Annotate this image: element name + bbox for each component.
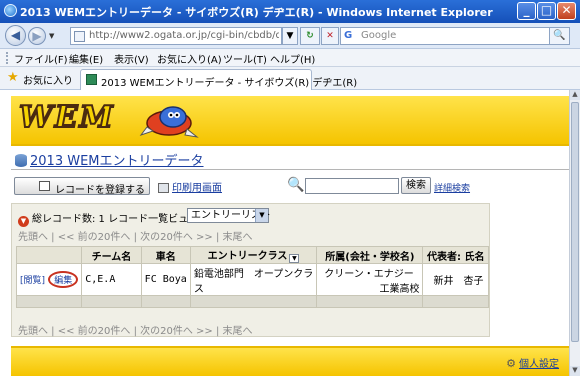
view-label: レコード一覧ビュー bbox=[108, 214, 199, 225]
edit-pencil-icon bbox=[39, 181, 50, 191]
rocket-mascot-icon bbox=[139, 106, 199, 138]
menu-help[interactable]: ヘルプ(H) bbox=[270, 51, 315, 66]
wem-logo: WEM bbox=[18, 99, 115, 136]
window-title: 2013 WEMエントリーデータ - サイボウズ(R) デヂエ(R) - Win… bbox=[20, 6, 493, 19]
entry-class-cell: 鉛電池部門 オープンクラ ス bbox=[189, 263, 318, 296]
browser-search-placeholder[interactable]: Google bbox=[361, 30, 396, 41]
back-button[interactable]: ◀ bbox=[5, 25, 26, 46]
page-icon bbox=[74, 31, 85, 42]
view-select[interactable]: エントリーリスト ▼ bbox=[187, 208, 271, 223]
column-header-representative[interactable]: 代表者: 氏名 bbox=[422, 246, 489, 264]
column-header-class[interactable]: エントリークラス ▼ bbox=[189, 246, 318, 264]
browser-search-box[interactable]: G Google 🔍 bbox=[340, 27, 570, 45]
favorites-bar: ★ お気に入り 2013 WEMエントリーデータ - サイボウズ(R) デヂエ(… bbox=[0, 67, 580, 90]
view-record-link[interactable]: [閲覧] bbox=[20, 276, 45, 286]
menu-tools[interactable]: ツール(T) bbox=[223, 51, 267, 66]
footer-cell bbox=[15, 295, 83, 308]
menu-bar: ファイル(F) 編集(E) 表示(V) お気に入り(A) ツール(T) ヘルプ(… bbox=[0, 49, 580, 67]
scroll-down-icon[interactable]: ▼ bbox=[570, 366, 580, 376]
advanced-search-link[interactable]: 詳細検索 bbox=[434, 181, 470, 194]
database-title-text: 2013 WEMエントリーデータ bbox=[30, 154, 204, 169]
pager-top[interactable]: 先頭へ | << 前の20件へ | 次の20件へ >> | 末尾へ bbox=[18, 228, 253, 243]
car-name-cell: FC Boya bbox=[140, 263, 191, 296]
database-title-link[interactable]: 2013 WEMエントリーデータ bbox=[15, 150, 204, 169]
forward-button[interactable]: ▶ bbox=[28, 27, 46, 45]
page-content: WEM 2013 WEMエントリーデータ レコードを登録する 印刷用画面 🔍 検… bbox=[0, 90, 569, 376]
record-count: 総レコード数: 1 bbox=[32, 214, 105, 225]
footer-cell bbox=[140, 295, 191, 308]
address-url[interactable]: http://www2.ogata.or.jp/cgi-bin/cbdb/db.… bbox=[89, 30, 279, 41]
scroll-up-icon[interactable]: ▲ bbox=[570, 90, 580, 100]
entry-class-line2: ス bbox=[193, 283, 204, 295]
print-view-link[interactable]: 印刷用画面 bbox=[158, 179, 222, 194]
table-row: [閲覧] 編集 C,E.A FC Boya 鉛電池部門 オープンクラ ス クリー… bbox=[15, 263, 489, 296]
footer-cell bbox=[316, 295, 424, 308]
address-dropdown-icon[interactable]: ▼ bbox=[282, 27, 298, 45]
register-record-label: レコードを登録する bbox=[55, 185, 145, 196]
column-header-class-label: エントリークラス bbox=[207, 251, 288, 262]
toolbar-grip bbox=[6, 52, 9, 64]
window-titlebar: 2013 WEMエントリーデータ - サイボウズ(R) デヂエ(R) - Win… bbox=[0, 0, 580, 23]
search-icon[interactable]: 🔍 bbox=[549, 28, 569, 44]
minimize-button[interactable]: _ bbox=[517, 2, 536, 20]
refresh-icon[interactable]: ↻ bbox=[300, 27, 320, 45]
personal-settings-label: 個人設定 bbox=[519, 359, 559, 370]
maximize-button[interactable]: □ bbox=[537, 2, 556, 20]
record-list-panel: ▼ 総レコード数: 1 レコード一覧ビュー エントリーリスト ▼ 先頭へ | <<… bbox=[11, 203, 490, 337]
favorites-star-icon[interactable]: ★ bbox=[7, 70, 19, 85]
footer-cell bbox=[81, 295, 142, 308]
scroll-thumb[interactable] bbox=[571, 102, 579, 342]
representative-cell: 新井 杏子 bbox=[422, 263, 489, 296]
column-header-team[interactable]: チーム名 bbox=[81, 246, 142, 264]
edit-record-link[interactable]: 編集 bbox=[48, 271, 79, 288]
database-icon bbox=[15, 154, 27, 167]
register-record-button[interactable]: レコードを登録する bbox=[14, 177, 150, 196]
column-header-actions bbox=[15, 246, 83, 264]
footer-cell bbox=[422, 295, 489, 308]
menu-favorites[interactable]: お気に入り(A) bbox=[157, 51, 222, 66]
address-bar[interactable]: http://www2.ogata.or.jp/cgi-bin/cbdb/db.… bbox=[70, 27, 282, 45]
tab-title: 2013 WEMエントリーデータ - サイボウズ(R) デヂエ(R) bbox=[101, 78, 358, 89]
affiliation-line2: 工業高校 bbox=[379, 283, 420, 295]
ie-icon bbox=[4, 4, 17, 17]
header-banner: WEM bbox=[11, 96, 569, 146]
divider bbox=[11, 169, 569, 170]
stop-icon[interactable]: ✕ bbox=[321, 27, 339, 45]
dropdown-circle-icon[interactable]: ▼ bbox=[18, 216, 29, 227]
menu-view[interactable]: 表示(V) bbox=[114, 51, 149, 66]
table-header-row: チーム名 車名 エントリークラス ▼ 所属(会社・学校名) 代表者: 氏名 bbox=[15, 246, 489, 264]
team-name-cell: C,E.A bbox=[81, 263, 142, 296]
close-button[interactable]: ✕ bbox=[557, 2, 576, 20]
record-search-input[interactable] bbox=[305, 178, 399, 194]
records-table: チーム名 車名 エントリークラス ▼ 所属(会社・学校名) 代表者: 氏名 [閲覧… bbox=[15, 246, 489, 308]
google-icon: G bbox=[344, 30, 353, 41]
filter-icon[interactable]: ▼ bbox=[289, 254, 300, 263]
row-actions-cell: [閲覧] 編集 bbox=[15, 263, 83, 296]
navigation-bar: ◀ ▶ ▼ http://www2.ogata.or.jp/cgi-bin/cb… bbox=[0, 23, 580, 49]
affiliation-line1: クリーン・エナジー bbox=[324, 268, 414, 280]
column-header-affiliation[interactable]: 所属(会社・学校名) bbox=[316, 246, 424, 264]
history-dropdown-icon[interactable]: ▼ bbox=[49, 32, 54, 40]
record-count-line: ▼ 総レコード数: 1 レコード一覧ビュー bbox=[18, 210, 198, 227]
chevron-down-icon[interactable]: ▼ bbox=[255, 209, 268, 222]
table-footer-row bbox=[15, 295, 489, 308]
printer-icon bbox=[158, 183, 169, 193]
entry-class-line1: 鉛電池部門 オープンクラ bbox=[193, 268, 314, 280]
menu-edit[interactable]: 編集(E) bbox=[69, 51, 103, 66]
print-view-label: 印刷用画面 bbox=[172, 183, 222, 194]
record-search-button[interactable]: 検索 bbox=[401, 177, 431, 194]
column-header-car[interactable]: 車名 bbox=[140, 246, 191, 264]
gear-icon: ⚙ bbox=[506, 357, 516, 370]
vertical-scrollbar[interactable]: ▲ ▼ bbox=[569, 90, 580, 376]
favorites-button[interactable]: お気に入り bbox=[23, 72, 73, 87]
browser-tab[interactable]: 2013 WEMエントリーデータ - サイボウズ(R) デヂエ(R) bbox=[80, 69, 357, 90]
pager-bottom[interactable]: 先頭へ | << 前の20件へ | 次の20件へ >> | 末尾へ bbox=[18, 322, 253, 337]
personal-settings-link[interactable]: ⚙ 個人設定 bbox=[506, 355, 559, 370]
menu-file[interactable]: ファイル(F) bbox=[14, 51, 68, 66]
footer-banner: ⚙ 個人設定 bbox=[11, 346, 569, 376]
footer-cell bbox=[189, 295, 318, 308]
affiliation-cell: クリーン・エナジー 工業高校 bbox=[316, 263, 424, 296]
tab-favicon-icon bbox=[86, 74, 97, 85]
search-magnifier-icon: 🔍 bbox=[287, 177, 305, 193]
